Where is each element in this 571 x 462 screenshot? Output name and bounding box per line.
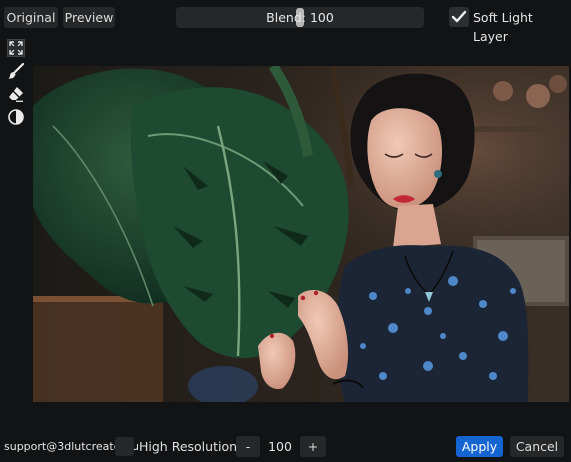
brush-tool[interactable] [6, 61, 26, 81]
portrait-photo [33, 66, 569, 402]
contrast-tool[interactable] [6, 107, 26, 127]
eraser-tool[interactable] [6, 84, 26, 104]
original-button[interactable]: Original [4, 7, 58, 28]
fit-screen-icon [7, 39, 25, 57]
preview-image[interactable] [33, 66, 569, 402]
fit-screen-tool[interactable] [6, 38, 26, 58]
apply-button[interactable]: Apply [456, 436, 503, 457]
high-resolution-checkbox[interactable] [115, 437, 134, 456]
resolution-decrease-button[interactable]: - [236, 436, 260, 457]
eraser-icon [9, 87, 23, 102]
checkmark-icon [451, 10, 467, 23]
high-resolution-label: High Resolution [139, 439, 238, 454]
brush-icon [8, 62, 25, 79]
blend-label: Blend: 100 [266, 10, 334, 25]
cancel-button[interactable]: Cancel [510, 436, 564, 457]
soft-light-checkbox[interactable] [449, 7, 469, 27]
resolution-value[interactable]: 100 [262, 436, 298, 457]
resolution-increase-button[interactable]: + [300, 436, 326, 457]
blend-slider[interactable]: Blend: 100 [176, 7, 424, 28]
preview-button[interactable]: Preview [63, 7, 115, 28]
soft-light-label: Soft Light Layer [473, 10, 533, 44]
contrast-icon [8, 109, 24, 125]
